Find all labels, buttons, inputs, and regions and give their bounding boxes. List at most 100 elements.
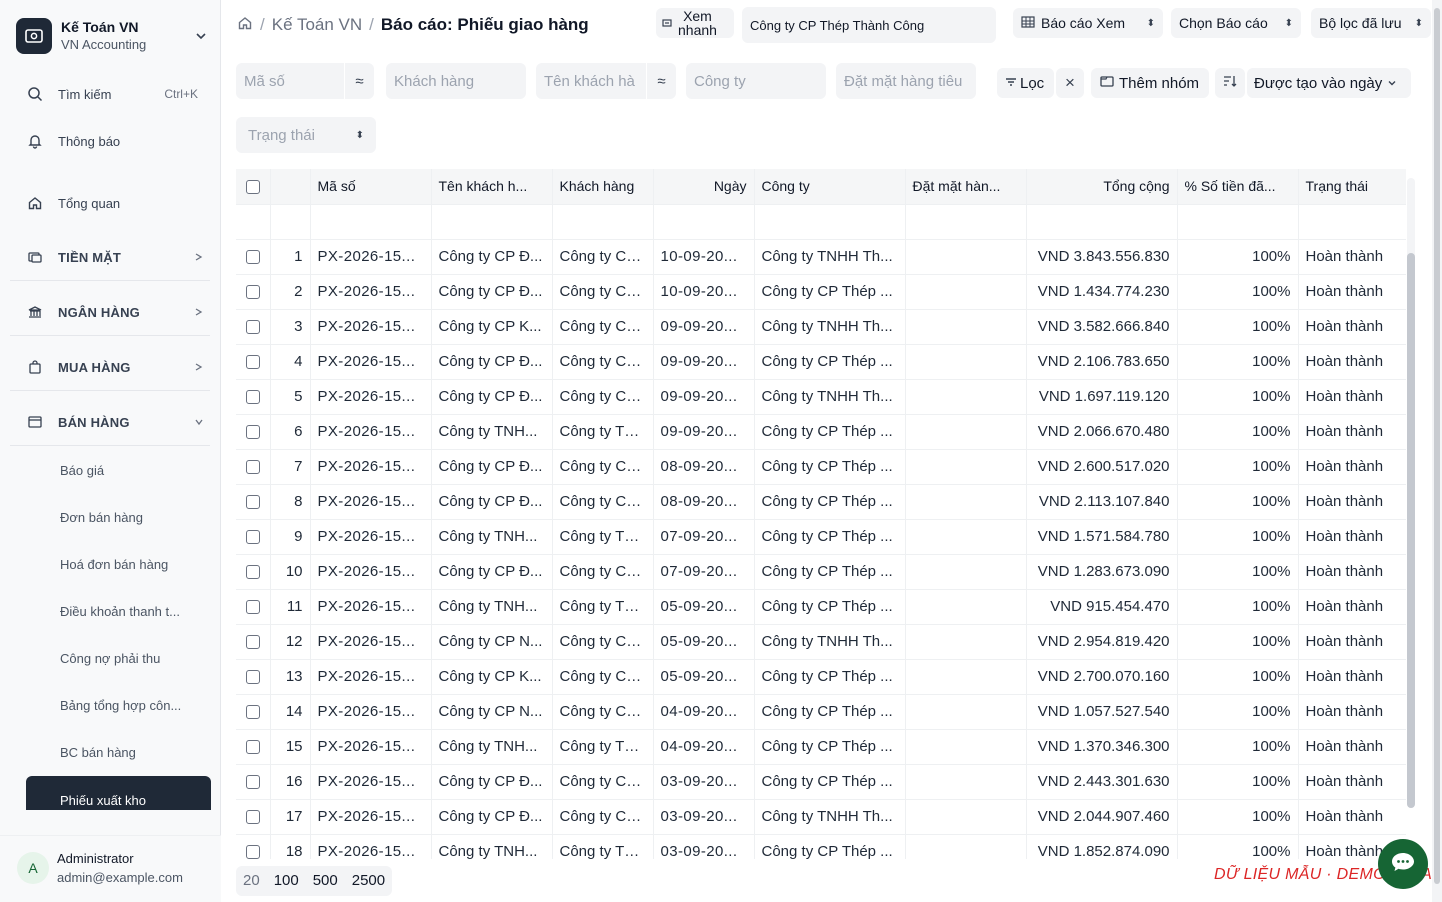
table-row[interactable]: 9 PX-2026-15... Công ty TNH... Công ty TNH.…: [236, 519, 1406, 555]
company-select[interactable]: Công ty CP Thép Thành Công: [742, 7, 996, 43]
row-checkbox[interactable]: [236, 484, 271, 520]
row-checkbox[interactable]: [236, 589, 271, 625]
table-icon: [1021, 15, 1035, 32]
table-row[interactable]: 13 PX-2026-15... Công ty CP K... Công ty CP…: [236, 659, 1406, 695]
sort-direction-button[interactable]: [1215, 68, 1245, 98]
sidebar-item-delivery-note[interactable]: Phiếu xuất kho: [26, 776, 211, 810]
sidebar-item-summary[interactable]: Bảng tổng hợp côn...: [60, 693, 210, 717]
table-row[interactable]: 12 PX-2026-15... Công ty CP N... Công ty CP…: [236, 624, 1406, 660]
sidebar-section-sales[interactable]: BÁN HÀNG: [26, 407, 212, 437]
table-row[interactable]: 10 PX-2026-15... Công ty CP Đ... Công ty CP…: [236, 554, 1406, 590]
select-all-checkbox[interactable]: [236, 169, 271, 205]
row-checkbox[interactable]: [236, 309, 271, 345]
cell-date: 03-09-20...: [653, 764, 755, 800]
row-checkbox[interactable]: [236, 729, 271, 765]
filter-operator-button[interactable]: ≈: [344, 63, 374, 99]
column-header-total[interactable]: Tổng cộng: [1026, 169, 1178, 205]
scrollbar-thumb[interactable]: [1407, 253, 1415, 808]
sidebar-item-sales-invoice[interactable]: Hoá đơn bán hàng: [60, 552, 210, 576]
column-header-date[interactable]: Ngày: [653, 169, 755, 205]
quick-view-button[interactable]: Xem nhanh: [656, 8, 734, 38]
sidebar-item-overview[interactable]: Tổng quan: [26, 188, 212, 218]
sidebar-search[interactable]: Tìm kiếm Ctrl+K: [26, 79, 212, 109]
sidebar-item-payment-terms[interactable]: Điều khoản thanh t...: [60, 599, 210, 623]
table-row[interactable]: 3 PX-2026-15... Công ty CP K... Công ty CP …: [236, 309, 1406, 345]
add-group-button[interactable]: Thêm nhóm: [1091, 68, 1209, 98]
cell-company: Công ty TNHH Th...: [754, 309, 906, 345]
saved-filters-select[interactable]: Bộ lọc đã lưu ⬍: [1311, 8, 1431, 38]
row-checkbox[interactable]: [236, 379, 271, 415]
status-filter-select[interactable]: Trạng thái ⬍: [236, 117, 376, 153]
row-checkbox[interactable]: [236, 519, 271, 555]
breadcrumb-workspace[interactable]: Kế Toán VN: [272, 15, 362, 35]
cell-date: 08-09-20...: [653, 484, 755, 520]
page-size-option[interactable]: 500: [306, 866, 345, 896]
column-header-customer[interactable]: Khách hàng: [552, 169, 654, 205]
row-checkbox[interactable]: [236, 274, 271, 310]
page-size-option[interactable]: 20: [236, 866, 267, 896]
table-row[interactable]: 15 PX-2026-15... Công ty TNH... Công ty TNH…: [236, 729, 1406, 765]
choose-report-select[interactable]: Chọn Báo cáo ⬍: [1171, 8, 1301, 38]
customer-name-filter-input[interactable]: Tên khách hà ≈: [536, 63, 676, 99]
table-row[interactable]: 11 PX-2026-15... Công ty TNH... Công ty TNH…: [236, 589, 1406, 625]
table-row[interactable]: 6 PX-2026-15... Công ty TNH... Công ty TNH.…: [236, 414, 1406, 450]
sidebar-section-bank[interactable]: NGÂN HÀNG: [26, 297, 212, 327]
page-size-option[interactable]: 100: [267, 866, 306, 896]
table-row[interactable]: 1 PX-2026-15... Công ty CP Đ... Công ty CP …: [236, 239, 1406, 275]
user-menu[interactable]: A Administrator admin@example.com: [0, 835, 221, 902]
table-row[interactable]: 14 PX-2026-15... Công ty CP N... Công ty CP…: [236, 694, 1406, 730]
sidebar-item-sales-order[interactable]: Đơn bán hàng: [60, 505, 210, 529]
column-header-status[interactable]: Trạng thái: [1298, 169, 1406, 205]
column-header-code[interactable]: Mã số: [310, 169, 432, 205]
workspace-switcher[interactable]: Kế Toán VN VN Accounting: [16, 14, 208, 58]
item-filter-input[interactable]: Đặt mặt hàng tiêu: [836, 63, 976, 99]
row-checkbox[interactable]: [236, 414, 271, 450]
sidebar-item-receivables[interactable]: Công nợ phải thu: [60, 646, 210, 670]
column-header-customer-name[interactable]: Tên khách h...: [431, 169, 553, 205]
row-checkbox[interactable]: [236, 239, 271, 275]
table-scrollbar[interactable]: [1407, 178, 1415, 808]
code-filter-input[interactable]: Mã số ≈: [236, 63, 374, 99]
row-checkbox[interactable]: [236, 449, 271, 485]
row-checkbox[interactable]: [236, 764, 271, 800]
customer-filter-input[interactable]: Khách hàng: [386, 63, 526, 99]
row-checkbox[interactable]: [236, 799, 271, 835]
row-checkbox[interactable]: [236, 624, 271, 660]
table-row[interactable]: 7 PX-2026-15... Công ty CP Đ... Công ty CP …: [236, 449, 1406, 485]
sidebar-item-notifications[interactable]: Thông báo: [26, 126, 212, 156]
row-checkbox[interactable]: [236, 344, 271, 380]
table-row[interactable]: 5 PX-2026-15... Công ty CP Đ... Công ty CP …: [236, 379, 1406, 415]
filter-button[interactable]: Lọc: [997, 68, 1054, 98]
home-icon[interactable]: [237, 15, 253, 36]
table-row[interactable]: 17 PX-2026-15... Công ty CP Đ... Công ty CP…: [236, 799, 1406, 835]
cell-status: Hoàn thành: [1298, 624, 1406, 660]
row-checkbox[interactable]: [236, 834, 271, 859]
row-checkbox[interactable]: [236, 694, 271, 730]
page-size-option[interactable]: 2500: [345, 866, 392, 896]
row-checkbox[interactable]: [236, 659, 271, 695]
company-filter-input[interactable]: Công ty: [686, 63, 826, 99]
column-header-percent[interactable]: % Số tiền đã...: [1177, 169, 1299, 205]
filter-operator-button[interactable]: ≈: [646, 63, 676, 99]
scrollbar-thumb[interactable]: [1434, 8, 1440, 884]
sidebar-section-cash[interactable]: TIỀN MẶT: [26, 242, 212, 272]
table-row[interactable]: 8 PX-2026-15... Công ty CP Đ... Công ty CP …: [236, 484, 1406, 520]
sidebar-item-quotation[interactable]: Báo giá: [60, 458, 210, 482]
report-view-select[interactable]: Báo cáo Xem ⬍: [1013, 8, 1163, 38]
table-row[interactable]: 4 PX-2026-15... Công ty CP Đ... Công ty CP …: [236, 344, 1406, 380]
column-header-company[interactable]: Công ty: [754, 169, 906, 205]
sidebar-section-purchasing[interactable]: MUA HÀNG: [26, 352, 212, 382]
chat-button[interactable]: [1378, 839, 1428, 889]
sort-field-select[interactable]: Được tạo vào ngày: [1247, 68, 1411, 98]
table-row[interactable]: 2 PX-2026-15... Công ty CP Đ... Công ty CP …: [236, 274, 1406, 310]
column-header-item[interactable]: Đặt mặt hàn...: [905, 169, 1027, 205]
clear-filter-button[interactable]: ×: [1056, 68, 1084, 98]
cell-percent: 100%: [1177, 274, 1299, 310]
table-row[interactable]: 16 PX-2026-15... Công ty CP Đ... Công ty CP…: [236, 764, 1406, 800]
row-checkbox[interactable]: [236, 554, 271, 590]
page-scrollbar[interactable]: [1432, 0, 1442, 902]
table-row[interactable]: 18 PX-2026-15... Công ty TNH... Công ty TNH…: [236, 834, 1406, 859]
sidebar-item-sales-report[interactable]: BC bán hàng: [60, 740, 210, 764]
cash-icon: [26, 248, 44, 266]
cell-company: Công ty CP Thép ...: [754, 729, 906, 765]
